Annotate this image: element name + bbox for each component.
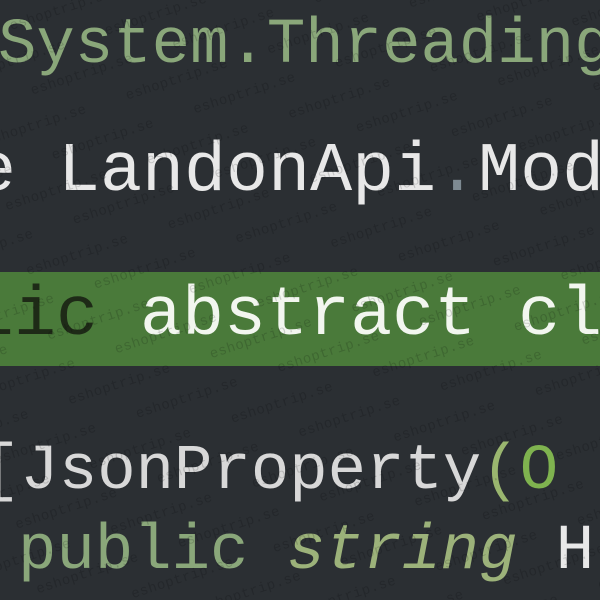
type-string: string <box>287 516 517 588</box>
using-namespace-part: System <box>0 10 228 82</box>
code-line-using: System.Threading. <box>0 14 598 78</box>
using-namespace-part: Threading <box>267 10 600 82</box>
keyword-fragment: blic <box>0 277 140 356</box>
code-line-property: public string H <box>18 520 600 584</box>
bracket-open: [ <box>0 436 20 508</box>
identifier-fragment: H <box>517 516 594 588</box>
namespace-fragment: ace <box>0 133 58 212</box>
code-line-namespace: ace LandonApi.Mod <box>0 138 490 208</box>
keyword-fragment: abstract cla <box>140 277 600 356</box>
attribute-arg-fragment: O <box>520 436 558 508</box>
paren-open: ( <box>481 436 519 508</box>
namespace-name: LandonApi <box>58 133 436 212</box>
dot: . <box>436 133 478 212</box>
keyword-public: public <box>18 516 287 588</box>
code-snippet: System.Threading. ace LandonApi.Mod blic… <box>0 0 600 600</box>
code-line-highlighted: blic abstract cla <box>0 272 600 366</box>
code-line-attribute: [JsonProperty(O <box>0 440 582 504</box>
attribute-name: JsonProperty <box>20 436 481 508</box>
namespace-fragment: Mod <box>478 133 600 212</box>
dot: . <box>228 10 266 82</box>
